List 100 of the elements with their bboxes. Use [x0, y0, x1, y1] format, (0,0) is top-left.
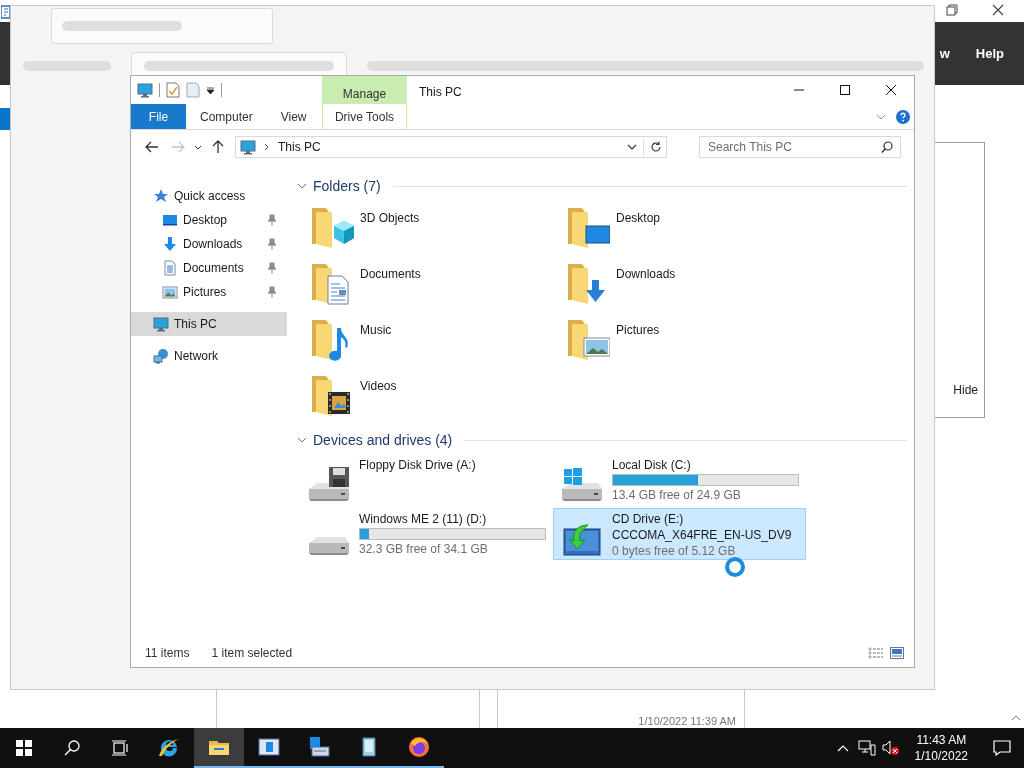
- picture-icon: [162, 284, 178, 300]
- caret-up-icon: [836, 744, 849, 752]
- volume-label: CCCOMA_X64FRE_EN-US_DV9: [612, 528, 793, 542]
- ribbon-tab[interactable]: File: [131, 104, 186, 129]
- drive-tile[interactable]: Windows ME 2 (11) (D:) 32.3 GB free of 34.1 GB: [300, 508, 553, 560]
- firefox-icon: [407, 735, 431, 759]
- notification-icon: [993, 740, 1011, 756]
- window-panel-icon: [257, 735, 281, 759]
- folder-name: Documents: [360, 266, 421, 281]
- close-icon: [886, 85, 896, 95]
- nav-item[interactable]: This PC: [131, 312, 287, 336]
- restore-icon: [946, 4, 958, 16]
- network-icon: [153, 348, 169, 364]
- folder-name: 3D Objects: [360, 210, 420, 225]
- cd-drive-icon: [563, 524, 601, 556]
- free-space: 13.4 GB free of 24.9 GB: [612, 488, 742, 502]
- computer-icon: [240, 139, 256, 155]
- selection-count: 1 item selected: [211, 646, 293, 660]
- nav-item[interactable]: Desktop: [131, 208, 287, 232]
- hide-button[interactable]: Hide: [953, 383, 978, 397]
- drive-tile[interactable]: Floppy Disk Drive (A:): [300, 454, 553, 506]
- search-field[interactable]: Search This PC: [699, 136, 901, 158]
- group-header[interactable]: Devices and drives (4): [313, 432, 453, 448]
- address-bar[interactable]: This PC: [235, 136, 667, 158]
- drive-tile[interactable]: CD Drive (E:) CCCOMA_X64FRE_EN-US_DV9 0 bytes free of 5.12 GB: [553, 508, 806, 560]
- large-icons-view-icon: [890, 647, 904, 659]
- nav-item[interactable]: Documents: [131, 256, 287, 280]
- folder-name: Music: [360, 322, 392, 337]
- menu-item[interactable]: w: [939, 46, 950, 61]
- dropdown-icon: [206, 85, 215, 95]
- nav-label[interactable]: Quick access: [174, 189, 246, 203]
- chevron-icon: [264, 143, 270, 151]
- folder-name: Desktop: [616, 210, 661, 225]
- nav-item[interactable]: Quick access: [131, 184, 287, 208]
- free-space: 0 bytes free of 5.12 GB: [612, 544, 737, 558]
- network-icon: [857, 740, 876, 756]
- folder-tile[interactable]: 3D Objects: [304, 200, 560, 256]
- folder-tile[interactable]: Downloads: [560, 256, 816, 312]
- window-title: This PC: [418, 84, 463, 101]
- blank-page-icon: [186, 82, 200, 98]
- browser-e-icon: [157, 736, 181, 760]
- app-icon: [1, 5, 11, 19]
- nav-item[interactable]: Pictures: [131, 280, 287, 304]
- context-tab-group: Manage: [322, 76, 407, 104]
- folder-tile[interactable]: Music: [304, 312, 560, 368]
- drive-tile[interactable]: Local Disk (C:) 13.4 GB free of 24.9 GB: [553, 454, 806, 506]
- clock[interactable]: 11:43 AM 1/10/2022: [902, 728, 980, 768]
- nav-item[interactable]: Network: [131, 344, 287, 368]
- selected-nav-marker: [0, 108, 10, 130]
- free-space: 32.3 GB free of 34.1 GB: [359, 542, 489, 556]
- desktop-icon: [162, 212, 178, 228]
- muted-speaker-icon: [881, 740, 900, 756]
- nav-label[interactable]: Documents: [183, 261, 244, 275]
- back-arrow-icon: [145, 141, 159, 153]
- nav-label[interactable]: Network: [174, 349, 218, 363]
- windows-logo-icon: [16, 740, 32, 756]
- windows-disk-icon: [560, 467, 604, 502]
- drive-name: Local Disk (C:): [612, 458, 692, 472]
- close-icon: [992, 4, 1004, 16]
- folder-tile[interactable]: Pictures: [560, 312, 816, 368]
- floppy-drive-icon: [307, 466, 351, 502]
- address-path[interactable]: This PC: [278, 140, 321, 154]
- star-icon: [153, 188, 169, 204]
- drive-name: Floppy Disk Drive (A:): [359, 458, 477, 472]
- computer-icon: [137, 82, 153, 98]
- folder-name: Pictures: [616, 322, 660, 337]
- folder-tile[interactable]: Documents: [304, 256, 560, 312]
- folder-tile[interactable]: Desktop: [560, 200, 816, 256]
- nav-label[interactable]: Downloads: [183, 237, 243, 251]
- drive-name: CD Drive (E:): [612, 512, 685, 526]
- folder-tile[interactable]: Videos: [304, 368, 560, 424]
- collapse-chevron-icon: [297, 183, 307, 189]
- download-arrow-icon: [162, 236, 178, 252]
- taskbar-app-button[interactable]: [194, 728, 244, 768]
- folder-name: Downloads: [616, 266, 676, 281]
- nav-label[interactable]: Desktop: [183, 213, 228, 227]
- busy-cursor-icon: [724, 556, 746, 578]
- menu-item[interactable]: Help: [975, 46, 1004, 61]
- maximize-icon: [840, 85, 850, 95]
- computer-icon: [153, 316, 169, 332]
- nav-label[interactable]: Pictures: [183, 285, 227, 299]
- collapse-chevron-icon: [297, 437, 307, 443]
- server-manager-icon: [307, 735, 331, 759]
- search-icon: [64, 740, 80, 756]
- ribbon-tab[interactable]: Drive Tools: [322, 104, 407, 129]
- folder-name: Videos: [360, 378, 397, 393]
- refresh-icon: [650, 141, 662, 153]
- task-view-icon: [111, 740, 129, 756]
- item-count: 11 items: [145, 646, 190, 660]
- nav-item[interactable]: Downloads: [131, 232, 287, 256]
- group-header[interactable]: Folders (7): [313, 178, 381, 194]
- help-icon: [896, 109, 910, 124]
- timestamp: 1/10/2022 11:39 AM: [638, 715, 736, 727]
- dropdown-icon: [627, 144, 637, 150]
- up-arrow-icon: [212, 140, 224, 154]
- forward-arrow-icon: [171, 141, 185, 153]
- drive-name: Windows ME 2 (11) (D:): [359, 512, 488, 526]
- nav-label[interactable]: This PC: [174, 317, 217, 331]
- document-icon: [162, 260, 178, 276]
- expand-ribbon-icon: [876, 113, 886, 120]
